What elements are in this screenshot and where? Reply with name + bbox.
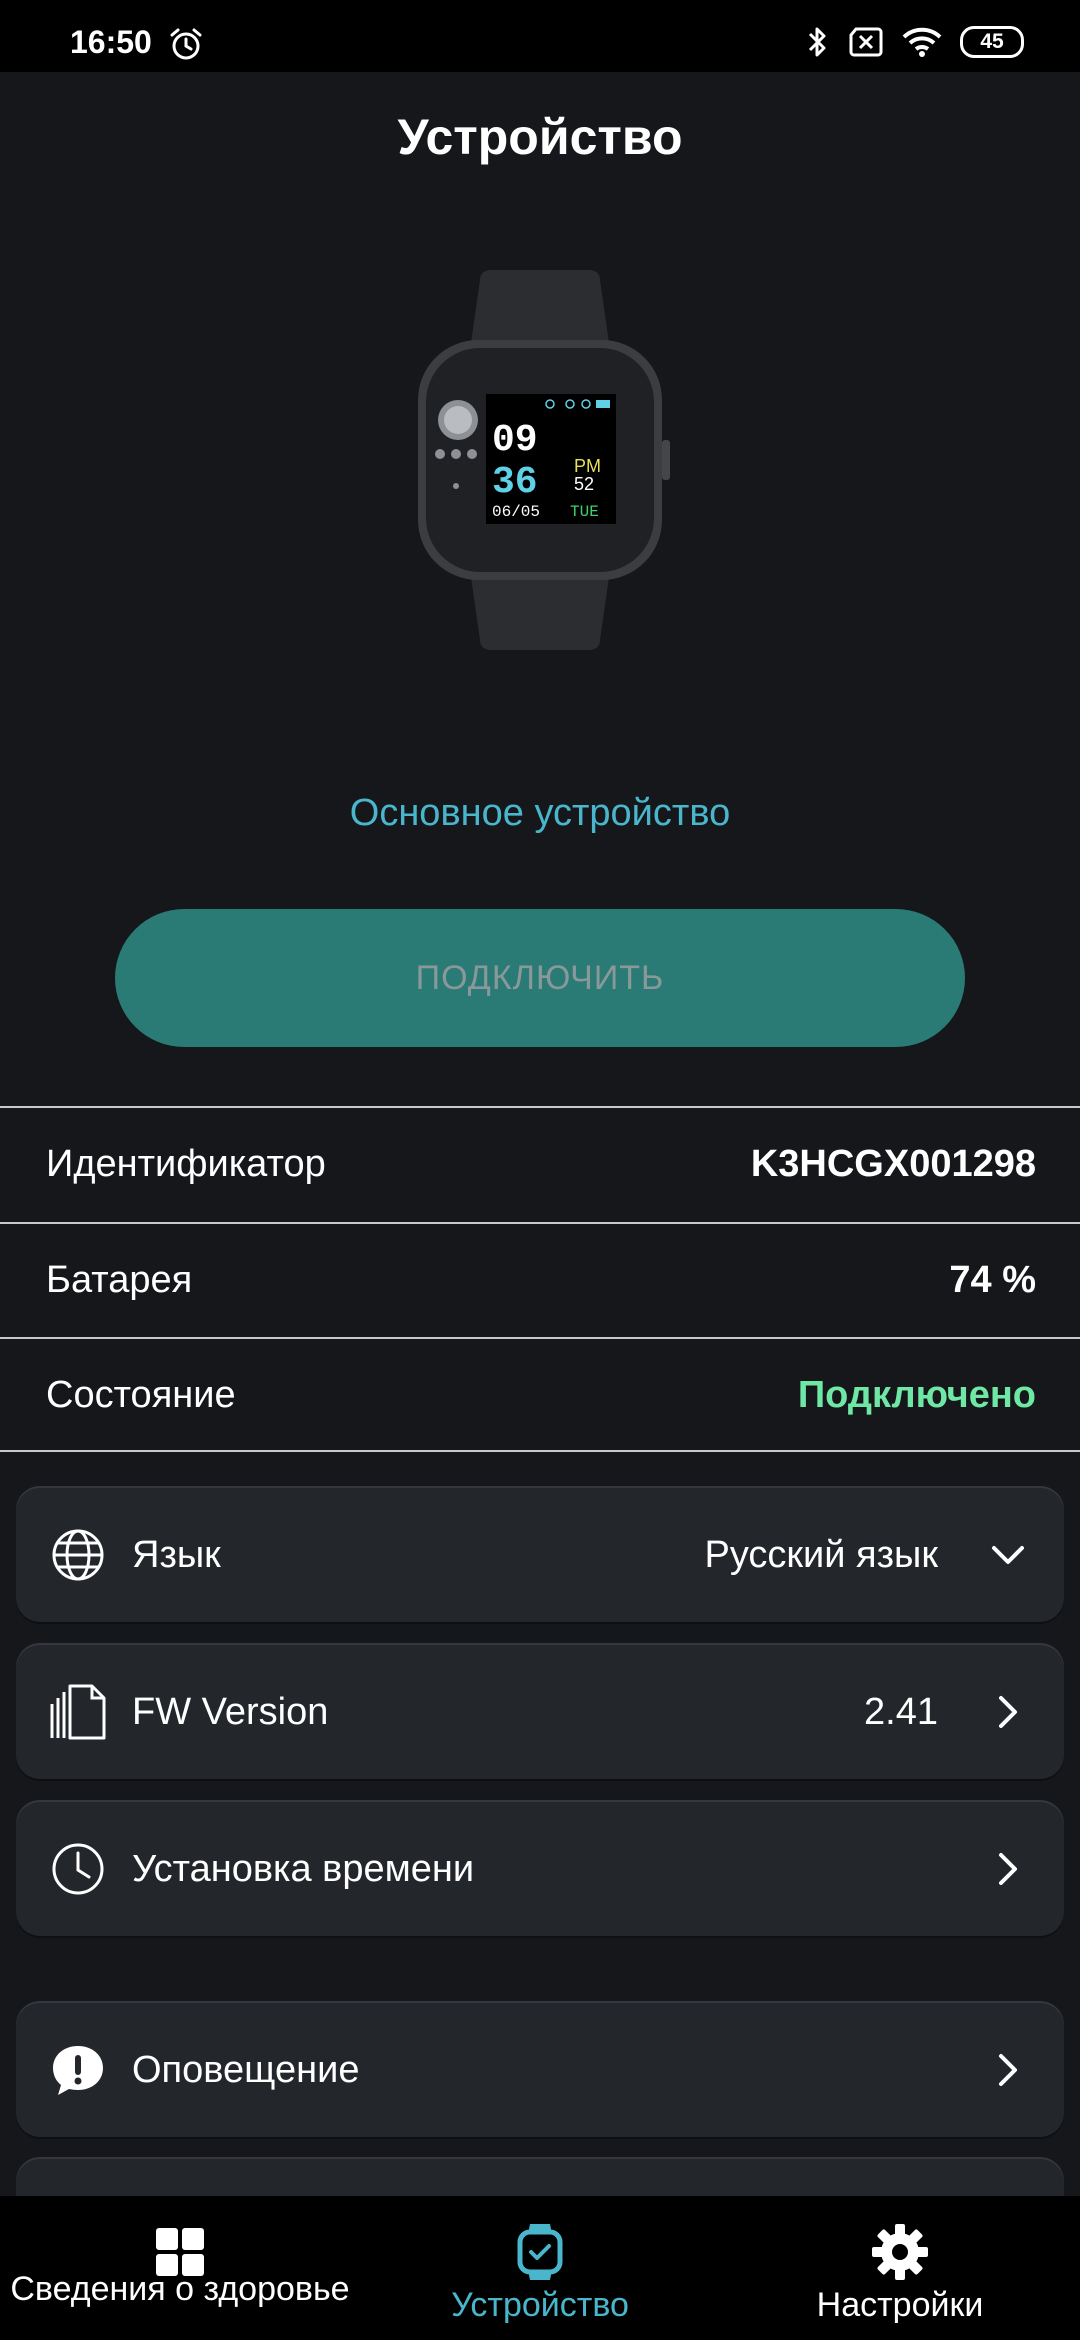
- nav-settings-label: Настройки: [816, 2286, 984, 2324]
- time-setting-label: Установка времени: [132, 1847, 475, 1890]
- battery-level: 45: [980, 30, 1004, 53]
- watch-ampm: PM: [574, 456, 601, 476]
- nav-settings[interactable]: Настройки: [720, 2196, 1080, 2340]
- state-value: Подключено: [797, 1373, 1036, 1416]
- watch-day: TUE: [570, 503, 599, 521]
- watch-image: 09 36 PM 52 06/05 TUE: [418, 270, 670, 650]
- identifier-label: Идентификатор: [46, 1142, 326, 1185]
- nav-device-label: Устройство: [451, 2286, 629, 2324]
- status-time: 16:50: [70, 24, 152, 60]
- watch-seconds: 52: [574, 474, 594, 494]
- battery-label: Батарея: [46, 1258, 193, 1301]
- nav-device[interactable]: Устройство: [360, 2196, 720, 2340]
- watch-icon: [517, 2224, 563, 2280]
- battery-row: Батарея 74 %: [0, 1222, 1080, 1336]
- file-icon: [48, 1682, 108, 1742]
- identifier-value: K3HCGX001298: [750, 1142, 1036, 1185]
- language-card[interactable]: Язык Русский язык: [16, 1486, 1064, 1624]
- battery-value: 74 %: [949, 1258, 1036, 1301]
- gear-icon: [872, 2224, 928, 2280]
- alarm-icon: [170, 28, 202, 60]
- chevron-right-icon[interactable]: [988, 2050, 1028, 2090]
- clock-icon: [48, 1839, 108, 1899]
- chevron-down-icon[interactable]: [988, 1535, 1028, 1575]
- fw-version-card[interactable]: FW Version 2.41: [16, 1643, 1064, 1781]
- bluetooth-icon: [808, 27, 826, 57]
- fw-value: 2.41: [864, 1690, 938, 1733]
- connect-button[interactable]: ПОДКЛЮЧИТЬ: [115, 909, 965, 1047]
- language-label: Язык: [132, 1533, 221, 1576]
- watch-minute: 36: [492, 461, 538, 504]
- watch-date: 06/05: [492, 503, 540, 521]
- battery-indicator: 45: [960, 26, 1024, 58]
- watch-hour: 09: [492, 419, 538, 462]
- nav-health[interactable]: Сведения о здоровье: [0, 2196, 360, 2340]
- fw-label: FW Version: [132, 1690, 329, 1733]
- state-label: Состояние: [46, 1373, 236, 1416]
- status-bar: 16:50 45: [0, 0, 1080, 72]
- nav-health-label: Сведения о здоровье: [10, 2270, 350, 2308]
- notification-label: Оповещение: [132, 2048, 360, 2091]
- no-sim-icon: [849, 27, 883, 57]
- device-name[interactable]: Основное устройство: [0, 792, 1080, 835]
- device-screen: 16:50 45 Устройство 09 36 PM 52 06/05 TU…: [0, 0, 1080, 2340]
- status-icons: 45: [806, 22, 1024, 62]
- identifier-row: Идентификатор K3HCGX001298: [0, 1106, 1080, 1220]
- page-title: Устройство: [397, 109, 683, 165]
- chevron-right-icon[interactable]: [988, 1692, 1028, 1732]
- wifi-icon: [902, 27, 942, 57]
- globe-icon: [48, 1525, 108, 1585]
- state-row: Состояние Подключено: [0, 1337, 1080, 1451]
- time-setting-card[interactable]: Установка времени: [16, 1800, 1064, 1938]
- divider: [0, 1450, 1080, 1452]
- language-value[interactable]: Русский язык: [705, 1534, 939, 1577]
- alert-icon: [48, 2040, 108, 2100]
- bottom-nav: Сведения о здоровье Устройство Настройки: [0, 2196, 1080, 2340]
- chevron-right-icon[interactable]: [988, 1849, 1028, 1889]
- notification-card[interactable]: Оповещение: [16, 2001, 1064, 2139]
